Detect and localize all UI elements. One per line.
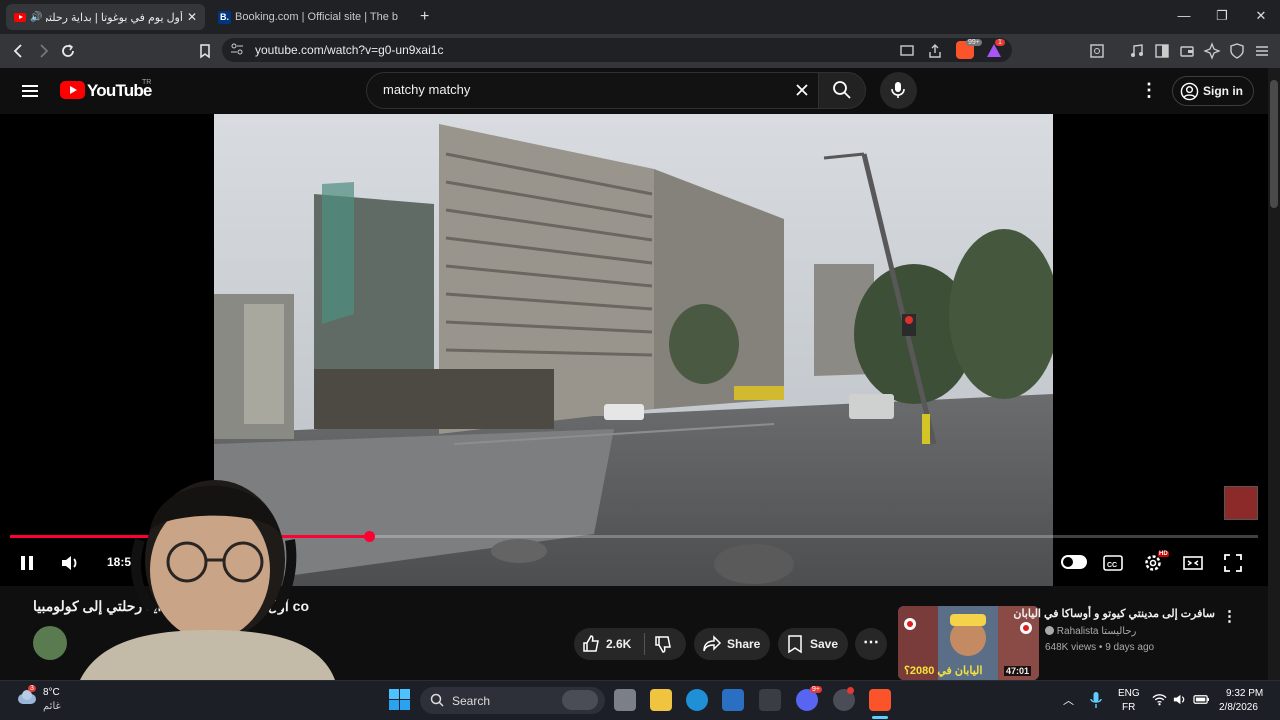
share-page-icon[interactable] <box>926 42 944 60</box>
alert-badge: 1 <box>995 39 1005 46</box>
youtube-favicon-icon <box>14 12 26 22</box>
brave-browser-icon[interactable] <box>869 689 891 711</box>
theater-mode-icon[interactable] <box>1182 552 1204 574</box>
wifi-icon[interactable] <box>1152 692 1167 707</box>
media-control-icon[interactable] <box>1128 42 1146 60</box>
microphone-icon <box>891 82 905 98</box>
audio-playing-icon[interactable]: 🔊 <box>30 12 42 23</box>
account-icon <box>1180 82 1199 101</box>
channel-name: Rahalista رحاليستا <box>1056 626 1137 637</box>
progress-scrubber-handle[interactable] <box>364 531 375 542</box>
clock-date[interactable]: 2/8/2026 <box>1219 702 1258 713</box>
scrollbar-thumb[interactable] <box>1270 80 1278 208</box>
weather-temperature: 8°C <box>43 687 60 698</box>
region-code: TR <box>142 79 152 86</box>
leo-ai-icon[interactable] <box>1203 42 1221 60</box>
active-app-indicator <box>872 716 888 719</box>
save-bookmark-icon <box>788 635 802 654</box>
cast-icon[interactable] <box>898 42 916 60</box>
sidebar-icon[interactable] <box>1153 42 1171 60</box>
edge-browser-icon[interactable] <box>686 689 708 711</box>
minimize-icon[interactable]: — <box>1176 8 1192 24</box>
discord-badge: 9+ <box>810 686 822 693</box>
recommended-meta: 648K views • 9 days ago <box>1045 642 1155 653</box>
site-settings-icon[interactable] <box>230 42 244 56</box>
input-language[interactable]: ENG <box>1118 688 1140 699</box>
bookmark-icon[interactable] <box>196 42 214 60</box>
recommended-channel[interactable]: Rahalista رحاليستا <box>1045 626 1136 637</box>
thumbnail-caption: اليابان في 2080؟ <box>904 665 983 677</box>
recording-indicator <box>847 687 854 694</box>
tab-youtube-video[interactable]: 🔊 أول يوم في بوغوتا | بداية رحلتي ✕ <box>6 4 205 30</box>
tab-title: أول يوم في بوغوتا | بداية رحلتي <box>46 11 183 24</box>
autoplay-toggle[interactable] <box>1061 555 1087 569</box>
taskbar-search-label: Search <box>452 694 491 708</box>
taskbar-search-icon <box>430 693 444 707</box>
volume-icon[interactable] <box>59 552 81 574</box>
fullscreen-icon[interactable] <box>1222 552 1244 574</box>
youtube-logo-icon[interactable] <box>60 81 85 99</box>
task-view-icon[interactable] <box>614 689 636 711</box>
webcam-person-image <box>80 480 335 680</box>
video-frame[interactable] <box>214 114 1053 586</box>
sign-in-button[interactable]: Sign in <box>1172 76 1254 106</box>
clock-time[interactable]: 9:32 PM <box>1226 688 1263 699</box>
close-window-icon[interactable]: ✕ <box>1253 8 1269 24</box>
like-divider <box>644 633 645 655</box>
maximize-icon[interactable]: ❐ <box>1214 8 1230 24</box>
windows-taskbar <box>0 680 1280 720</box>
like-count[interactable]: 2.6K <box>606 637 631 651</box>
sign-in-label: Sign in <box>1203 84 1243 98</box>
hd-badge: HD <box>1158 551 1169 557</box>
speaker-icon[interactable] <box>1172 692 1187 707</box>
channel-avatar[interactable] <box>33 626 67 660</box>
more-actions-button[interactable]: ⋯ <box>855 628 887 660</box>
dislike-icon[interactable] <box>653 634 673 654</box>
tab-title: Booking.com | Official site | The best <box>235 11 398 23</box>
video-duration: 47:01 <box>1004 666 1032 676</box>
windows-start-icon[interactable] <box>389 689 410 710</box>
save-label: Save <box>810 637 839 651</box>
recommended-title[interactable]: سافرت إلى مدينتي كيوتو و أوساكا في الياب… <box>1013 607 1215 620</box>
microsoft-store-icon[interactable] <box>722 689 744 711</box>
share-label: Share <box>727 637 761 651</box>
tab-booking[interactable]: B. Booking.com | Official site | The bes… <box>210 4 410 30</box>
clear-search-icon[interactable] <box>794 82 810 98</box>
webcam-overlay <box>80 440 335 680</box>
verified-icon <box>1045 626 1054 635</box>
file-explorer-icon[interactable] <box>650 689 672 711</box>
url-text: youtube.com/watch?v=g0-un9xai1c <box>255 43 444 57</box>
wallet-icon[interactable] <box>1178 42 1196 60</box>
recommended-more-icon[interactable]: ⋮ <box>1222 607 1237 625</box>
pause-icon[interactable] <box>16 552 38 574</box>
search-highlight-icon <box>562 690 598 710</box>
like-icon[interactable] <box>581 634 601 654</box>
more-options-icon[interactable]: ⋮ <box>1140 80 1158 100</box>
share-icon <box>703 635 722 652</box>
weather-badge: 3 <box>28 685 36 692</box>
reload-icon[interactable] <box>59 42 77 60</box>
booking-favicon-icon: B. <box>218 10 231 24</box>
forward-icon[interactable] <box>34 42 52 60</box>
battery-icon[interactable] <box>1193 692 1210 707</box>
hamburger-menu-icon[interactable] <box>20 81 40 101</box>
close-tab-icon[interactable]: ✕ <box>187 10 197 24</box>
reader-icon[interactable] <box>1088 42 1106 60</box>
video-content-image <box>214 114 1053 586</box>
search-input-value: matchy matchy <box>383 82 471 97</box>
weather-description: غائم <box>43 701 61 712</box>
app-icon[interactable] <box>759 689 781 711</box>
search-icon <box>833 81 851 99</box>
microphone-tray-icon[interactable] <box>1090 691 1102 709</box>
back-icon[interactable] <box>10 42 28 60</box>
input-layout[interactable]: FR <box>1122 702 1135 713</box>
svg-text:CC: CC <box>1107 562 1117 569</box>
menu-icon[interactable] <box>1253 42 1271 60</box>
channel-watermark[interactable] <box>1224 486 1258 520</box>
vpn-shield-icon[interactable] <box>1228 42 1246 60</box>
brave-badge: 99+ <box>966 39 982 46</box>
new-tab-button[interactable]: + <box>420 8 429 26</box>
captions-icon[interactable]: CC <box>1102 552 1124 574</box>
show-hidden-icons[interactable]: ︿ <box>1063 692 1074 708</box>
